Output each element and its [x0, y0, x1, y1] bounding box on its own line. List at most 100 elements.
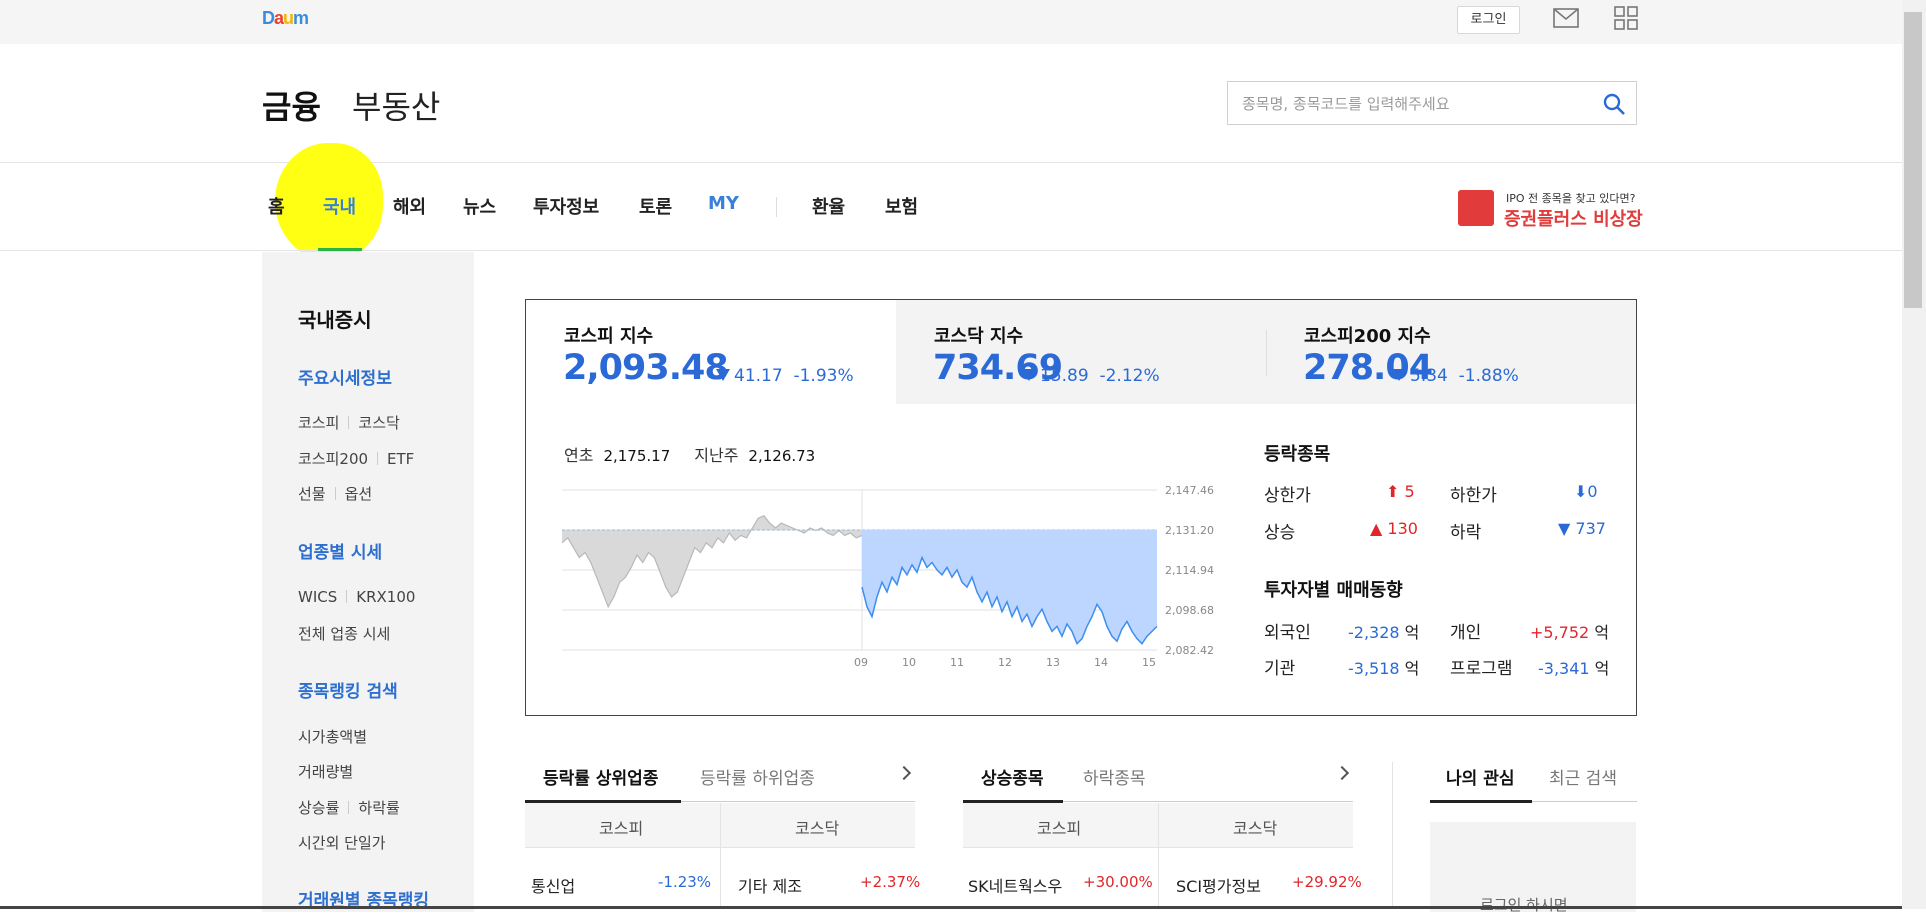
ad-tagline: IPO 전 종목을 찾고 있다면? [1506, 192, 1636, 205]
index-panel: 코스피 지수 2,093.48 41.17 -1.93% 코스닥 지수 734.… [525, 299, 1637, 716]
institution-value: -3,518 억 [1348, 659, 1420, 678]
index-card-kospi200[interactable]: 코스피200 지수 278.04 5.34 -1.88% [1266, 300, 1636, 404]
nav-overseas[interactable]: 해외 [393, 193, 426, 219]
sidebar-link-kospi[interactable]: 코스피 [298, 414, 339, 432]
today-area [862, 530, 1157, 644]
lastweek-value: 2,126.73 [748, 447, 816, 465]
watchlist-box: 로그인 하시면 [1430, 822, 1636, 915]
tab-falling-stocks[interactable]: 하락종목 [1083, 764, 1146, 789]
x-tick-label: 12 [998, 656, 1012, 668]
sidebar-link-kospi200[interactable]: 코스피200 [298, 450, 368, 468]
tab-my-watchlist[interactable]: 나의 관심 [1446, 764, 1514, 789]
col-kosdaq[interactable]: 코스닥 [1233, 815, 1277, 839]
sidebar-link-kosdaq[interactable]: 코스닥 [358, 414, 399, 432]
nav-my[interactable]: MY [708, 193, 739, 214]
stock-rate: +29.92% [1292, 873, 1362, 891]
row-divider [1158, 803, 1159, 909]
stock-name[interactable]: SK네트웍스우 [968, 873, 1062, 897]
index-change-rate: -1.93% [793, 366, 854, 386]
nav-domestic[interactable]: 국내 [323, 193, 356, 219]
index-card-kospi[interactable]: 코스피 지수 2,093.48 41.17 -1.93% [526, 300, 896, 404]
index-card-kosdaq[interactable]: 코스닥 지수 734.69 15.89 -2.12% [896, 300, 1266, 404]
sidebar-heading-sector[interactable]: 업종별 시세 [298, 538, 382, 563]
stock-rate: +30.00% [1083, 873, 1153, 891]
index-tabs: 코스피 지수 2,093.48 41.17 -1.93% 코스닥 지수 734.… [526, 300, 1636, 404]
chevron-right-icon[interactable] [896, 765, 912, 781]
login-button[interactable]: 로그인 [1457, 6, 1520, 34]
index-name: 코스피200 지수 [1304, 326, 1431, 347]
col-kospi[interactable]: 코스피 [1037, 815, 1081, 839]
sidebar-link-krx100[interactable]: KRX100 [356, 588, 415, 606]
sidebar-heading-major[interactable]: 주요시세정보 [298, 364, 392, 389]
down-arrow-icon [716, 369, 730, 381]
stock-name[interactable]: SCI평가정보 [1176, 873, 1261, 897]
y-tick-label: 2,082.42 [1165, 644, 1214, 657]
sidebar-link-after-hours[interactable]: 시간외 단일가 [298, 832, 386, 853]
top-bar: Daum 로그인 [0, 0, 1902, 44]
nav-home[interactable]: 홈 [268, 193, 285, 219]
section-finance[interactable]: 금융 [262, 82, 321, 128]
x-tick-label: 15 [1142, 656, 1156, 668]
individual-label: 개인 [1450, 623, 1482, 643]
rise-value: ▲ 130 [1370, 519, 1418, 538]
sidebar-link-fall-rate[interactable]: 하락률 [358, 799, 399, 817]
apps-grid-icon[interactable] [1614, 6, 1638, 30]
sector-name[interactable]: 기타 제조 [738, 873, 802, 897]
daum-logo[interactable]: Daum [262, 8, 309, 29]
institution-label: 기관 [1264, 659, 1296, 679]
sidebar: 국내증시 주요시세정보 코스피 코스닥 코스피200 ETF 선물 옵션 업종별 시세… [262, 252, 474, 912]
search-box [1227, 81, 1637, 125]
header: 금융 부동산 [0, 44, 1902, 163]
sidebar-link-etf[interactable]: ETF [387, 450, 414, 468]
sector-name[interactable]: 통신업 [531, 873, 575, 897]
nav-active-underline [318, 248, 362, 251]
sidebar-heading-ranking[interactable]: 종목랭킹 검색 [298, 677, 398, 702]
program-value: -3,341 억 [1538, 659, 1610, 678]
tab-bottom-sectors[interactable]: 등락률 하위업종 [700, 764, 815, 789]
stats-title-breadth: 등락종목 [1264, 444, 1331, 465]
nav-insurance[interactable]: 보험 [885, 193, 918, 219]
tab-rising-stocks[interactable]: 상승종목 [981, 764, 1044, 789]
sidebar-link-rise-rate[interactable]: 상승률 [298, 799, 339, 817]
sector-rate: -1.23% [658, 873, 712, 891]
sidebar-row-wics: WICS KRX100 [298, 588, 415, 606]
program-label: 프로그램 [1450, 659, 1513, 679]
sidebar-row-futures: 선물 옵션 [298, 483, 372, 504]
login-hint[interactable]: 로그인 하시면 [1480, 894, 1568, 915]
intraday-chart[interactable]: 2,147.46 2,131.20 2,114.94 2,098.68 2,082.42… [562, 478, 1222, 668]
col-kospi[interactable]: 코스피 [599, 815, 643, 839]
nav-divider [776, 197, 777, 217]
scrollbar-thumb[interactable] [1904, 12, 1922, 308]
x-tick-label: 11 [950, 656, 964, 668]
sidebar-link-options[interactable]: 옵션 [345, 485, 373, 503]
index-change: 5.34 -1.88% [1392, 366, 1519, 386]
nav-discussion[interactable]: 토론 [639, 193, 672, 219]
sidebar-link-futures[interactable]: 선물 [298, 485, 326, 503]
sidebar-link-marketcap[interactable]: 시가총액별 [298, 726, 367, 747]
section-realestate[interactable]: 부동산 [352, 82, 440, 128]
index-name: 코스피 지수 [564, 326, 654, 347]
y-tick-label: 2,131.20 [1165, 524, 1214, 537]
down-arrow-icon [1392, 369, 1406, 381]
mail-icon[interactable] [1553, 8, 1579, 28]
sidebar-link-volume[interactable]: 거래량별 [298, 761, 353, 782]
tab-top-sectors[interactable]: 등락률 상위업종 [543, 764, 658, 789]
nav-invest-info[interactable]: 투자정보 [533, 193, 599, 219]
y-tick-label: 2,114.94 [1165, 564, 1214, 577]
sidebar-link-all-sectors[interactable]: 전체 업종 시세 [298, 623, 390, 644]
y-tick-label: 2,147.46 [1165, 484, 1214, 497]
lastweek-label: 지난주 [694, 446, 739, 465]
lower-limit-label: 하한가 [1450, 486, 1497, 506]
index-change-amount: 5.34 [1410, 366, 1448, 386]
ad-banner[interactable]: IPO 전 종목을 찾고 있다면? 증권플러스 비상장 [1458, 186, 1643, 230]
nav-exchange[interactable]: 환율 [812, 193, 845, 219]
foreign-label: 외국인 [1264, 623, 1311, 643]
tab-recent-search[interactable]: 최근 검색 [1549, 764, 1617, 789]
col-kosdaq[interactable]: 코스닥 [795, 815, 839, 839]
chevron-right-icon[interactable] [1334, 765, 1350, 781]
nav-news[interactable]: 뉴스 [463, 193, 496, 219]
search-icon[interactable] [1602, 92, 1626, 116]
x-tick-label: 13 [1046, 656, 1060, 668]
search-input[interactable] [1242, 92, 1582, 116]
sidebar-link-wics[interactable]: WICS [298, 588, 337, 606]
